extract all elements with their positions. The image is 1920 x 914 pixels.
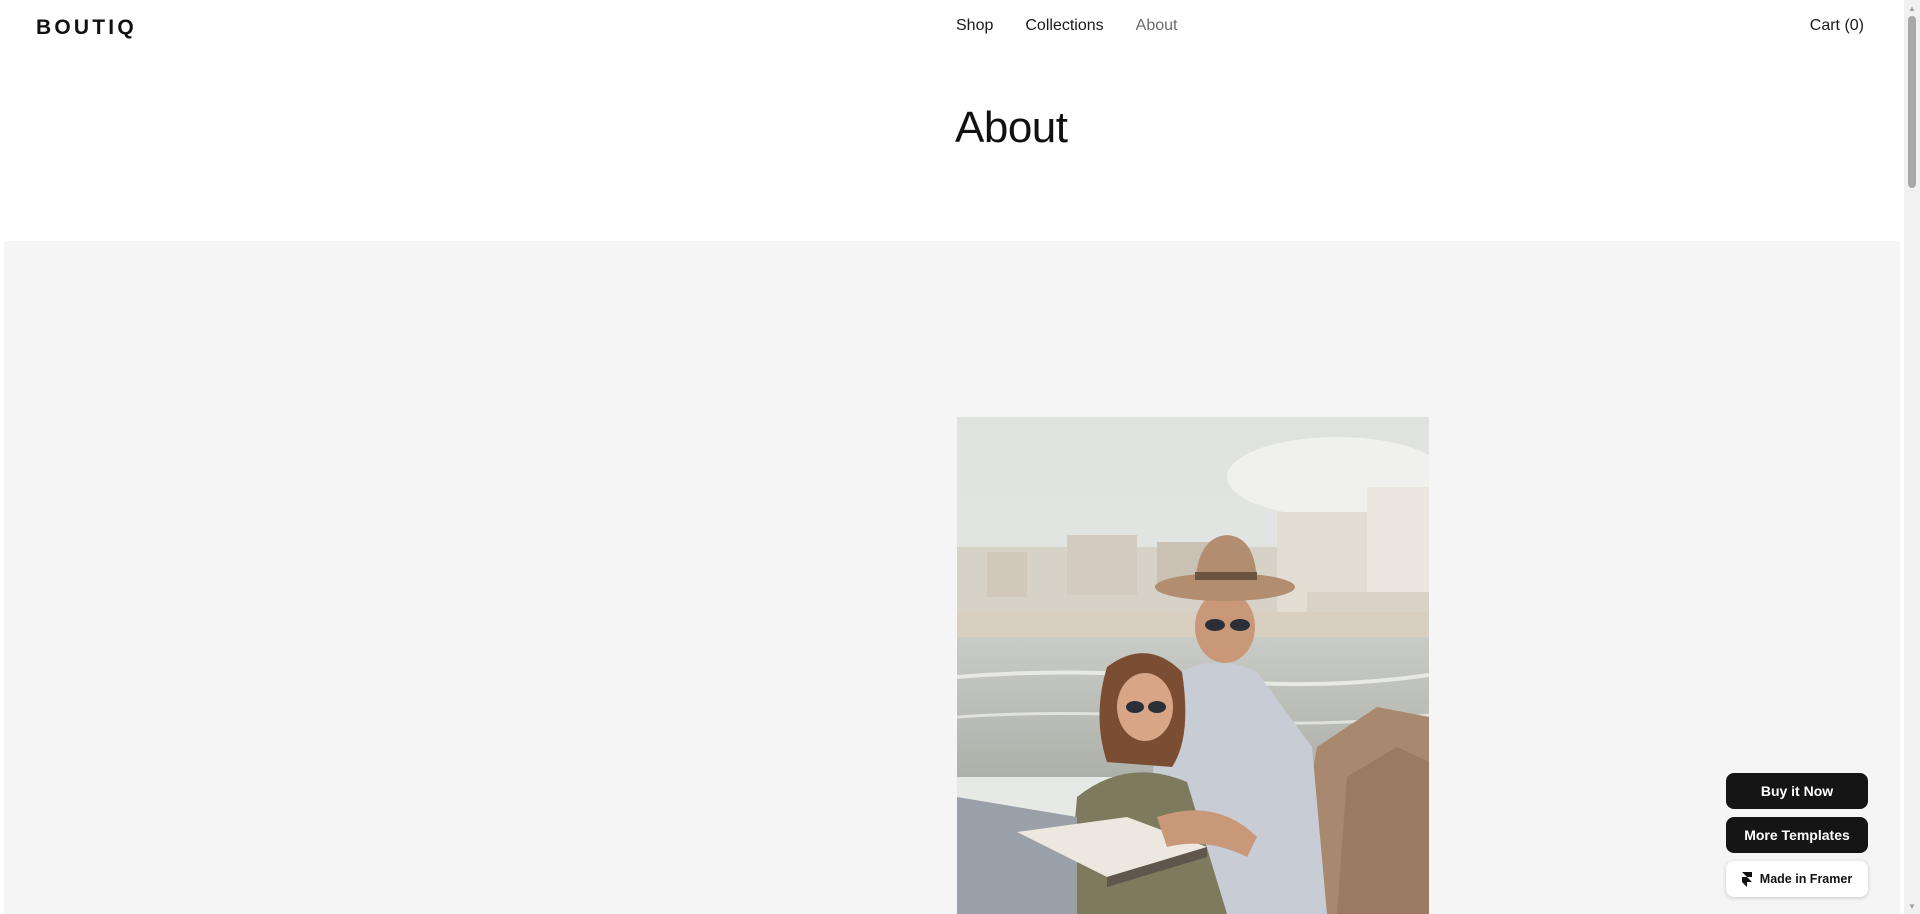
scroll-down-arrow-icon[interactable]: ▼ <box>1904 898 1920 914</box>
vertical-scrollbar[interactable]: ▲ ▼ <box>1904 0 1920 914</box>
page: BOUTIQ Shop Collections About Cart (0) A… <box>0 0 1904 914</box>
about-section <box>4 241 1900 914</box>
nav-link-collections[interactable]: Collections <box>1025 17 1103 35</box>
made-in-framer-button[interactable]: Made in Framer <box>1726 861 1868 897</box>
made-in-framer-label: Made in Framer <box>1759 872 1853 886</box>
more-templates-button[interactable]: More Templates <box>1726 817 1868 853</box>
buy-it-now-button[interactable]: Buy it Now <box>1726 773 1868 809</box>
brand-logo[interactable]: BOUTIQ <box>36 16 137 40</box>
scroll-up-arrow-icon[interactable]: ▲ <box>1904 0 1920 16</box>
about-photo <box>957 417 1429 914</box>
framer-logo-icon <box>1741 871 1752 887</box>
nav-link-about[interactable]: About <box>1136 17 1178 35</box>
page-title: About <box>955 103 1068 152</box>
scroll-thumb[interactable] <box>1908 16 1916 188</box>
title-section <box>0 56 1904 241</box>
cart-link[interactable]: Cart (0) <box>1810 17 1864 35</box>
site-header: BOUTIQ Shop Collections About Cart (0) <box>0 0 1904 56</box>
nav-link-shop[interactable]: Shop <box>956 17 993 35</box>
main-nav: Shop Collections About <box>956 17 1177 35</box>
